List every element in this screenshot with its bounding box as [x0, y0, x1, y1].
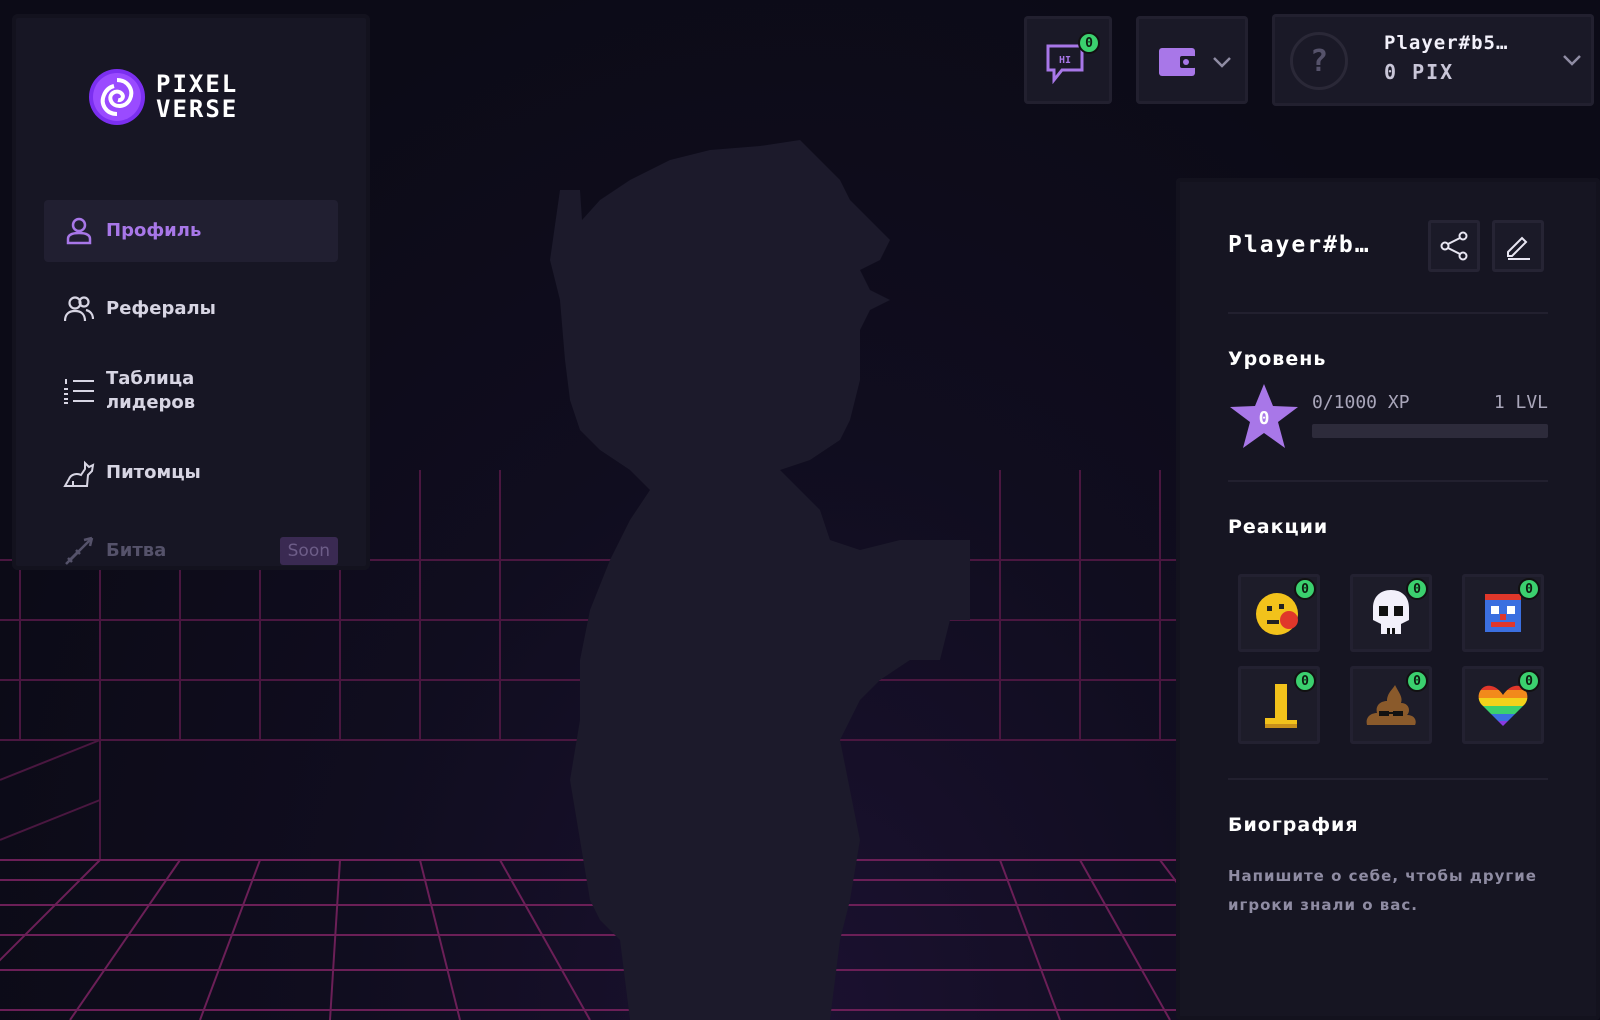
chevron-down-icon: [1563, 55, 1581, 66]
reaction-tomato-face[interactable]: 0: [1238, 574, 1320, 652]
divider: [1228, 312, 1548, 314]
app-stage: PIXEL VERSE Профиль Рефералы Таблица лид…: [0, 0, 1600, 1020]
user-icon: [62, 214, 96, 248]
sidebar: PIXEL VERSE Профиль Рефералы Таблица лид…: [12, 14, 370, 570]
galaxy-logo-icon: [89, 69, 145, 125]
logo-line-2: VERSE: [156, 95, 239, 123]
profile-name: Player#b…: [1228, 232, 1371, 258]
avatar: ?: [1290, 32, 1348, 90]
logo-line-1: PIXEL: [156, 70, 239, 98]
pencil-icon: [1507, 236, 1530, 260]
xp-text: 0/1000 XP: [1312, 392, 1410, 413]
reaction-skull[interactable]: 0: [1350, 574, 1432, 652]
divider: [1228, 778, 1548, 780]
chevron-down-icon: [1213, 57, 1231, 68]
lvl-text: 1 LVL: [1493, 392, 1548, 413]
users-icon: [62, 292, 96, 326]
logo-wordmark: PIXEL VERSE: [156, 72, 238, 122]
chat-button[interactable]: HI 0: [1024, 16, 1112, 104]
sidebar-item-label: Таблица лидеров: [106, 368, 196, 413]
app-logo[interactable]: PIXEL VERSE: [88, 68, 238, 126]
xp-progress-bar: [1312, 424, 1548, 438]
reaction-count-badge: 0: [1406, 578, 1428, 600]
sidebar-item-battle[interactable]: Битва Soon: [44, 520, 338, 570]
sidebar-item-label: Питомцы: [106, 462, 201, 483]
reaction-count-badge: 0: [1406, 670, 1428, 692]
pet-icon: [62, 456, 96, 490]
sword-icon: [62, 534, 96, 568]
level-number: 0: [1259, 408, 1270, 429]
wallet-button[interactable]: [1136, 16, 1248, 104]
share-button[interactable]: [1428, 220, 1480, 272]
chat-count-badge: 0: [1078, 32, 1100, 54]
sidebar-item-label: Битва: [106, 540, 167, 561]
sidebar-nav: Профиль Рефералы Таблица лидеров Питомцы: [44, 200, 338, 570]
sidebar-item-label: Профиль: [106, 220, 202, 241]
soon-badge: Soon: [279, 537, 338, 565]
reaction-count-badge: 0: [1518, 670, 1540, 692]
wallet-icon: [1159, 48, 1196, 76]
account-button[interactable]: ? Player#b5… 0 PIX: [1272, 14, 1594, 106]
sidebar-item-label: Рефералы: [106, 298, 216, 319]
reaction-rainbow-heart[interactable]: 0: [1462, 666, 1544, 744]
boot-icon: [1265, 684, 1297, 728]
profile-panel: Player#b… Уровень 0 0/1000 XP 1 LVL Реак…: [1176, 178, 1600, 1020]
reaction-clown[interactable]: 0: [1462, 574, 1544, 652]
reaction-count-badge: 0: [1294, 670, 1316, 692]
sidebar-item-leaderboard[interactable]: Таблица лидеров: [44, 356, 338, 426]
chat-hi-text: HI: [1059, 55, 1071, 66]
bio-title: Биография: [1228, 814, 1359, 836]
avatar-question-glyph: ?: [1309, 43, 1329, 79]
reactions-grid: 0 0 0 0 0 0: [1238, 574, 1548, 744]
account-balance: 0 PIX: [1384, 60, 1455, 84]
sidebar-item-pets[interactable]: Питомцы: [44, 442, 338, 504]
bio-placeholder-text[interactable]: Напишите о себе, чтобы другие игроки зна…: [1228, 862, 1558, 920]
reaction-boot[interactable]: 0: [1238, 666, 1320, 744]
character-silhouette: [550, 140, 970, 1020]
list-icon: [62, 374, 96, 408]
reaction-count-badge: 0: [1294, 578, 1316, 600]
sidebar-item-profile[interactable]: Профиль: [44, 200, 338, 262]
level-title: Уровень: [1228, 348, 1327, 370]
level-star-icon: 0: [1230, 384, 1298, 448]
edit-button[interactable]: [1492, 220, 1544, 272]
reactions-title: Реакции: [1228, 516, 1329, 538]
reaction-count-badge: 0: [1518, 578, 1540, 600]
account-name: Player#b5…: [1384, 32, 1509, 54]
sidebar-item-referrals[interactable]: Рефералы: [44, 278, 338, 340]
reaction-poop[interactable]: 0: [1350, 666, 1432, 744]
divider: [1228, 480, 1548, 482]
share-icon: [1440, 231, 1468, 261]
